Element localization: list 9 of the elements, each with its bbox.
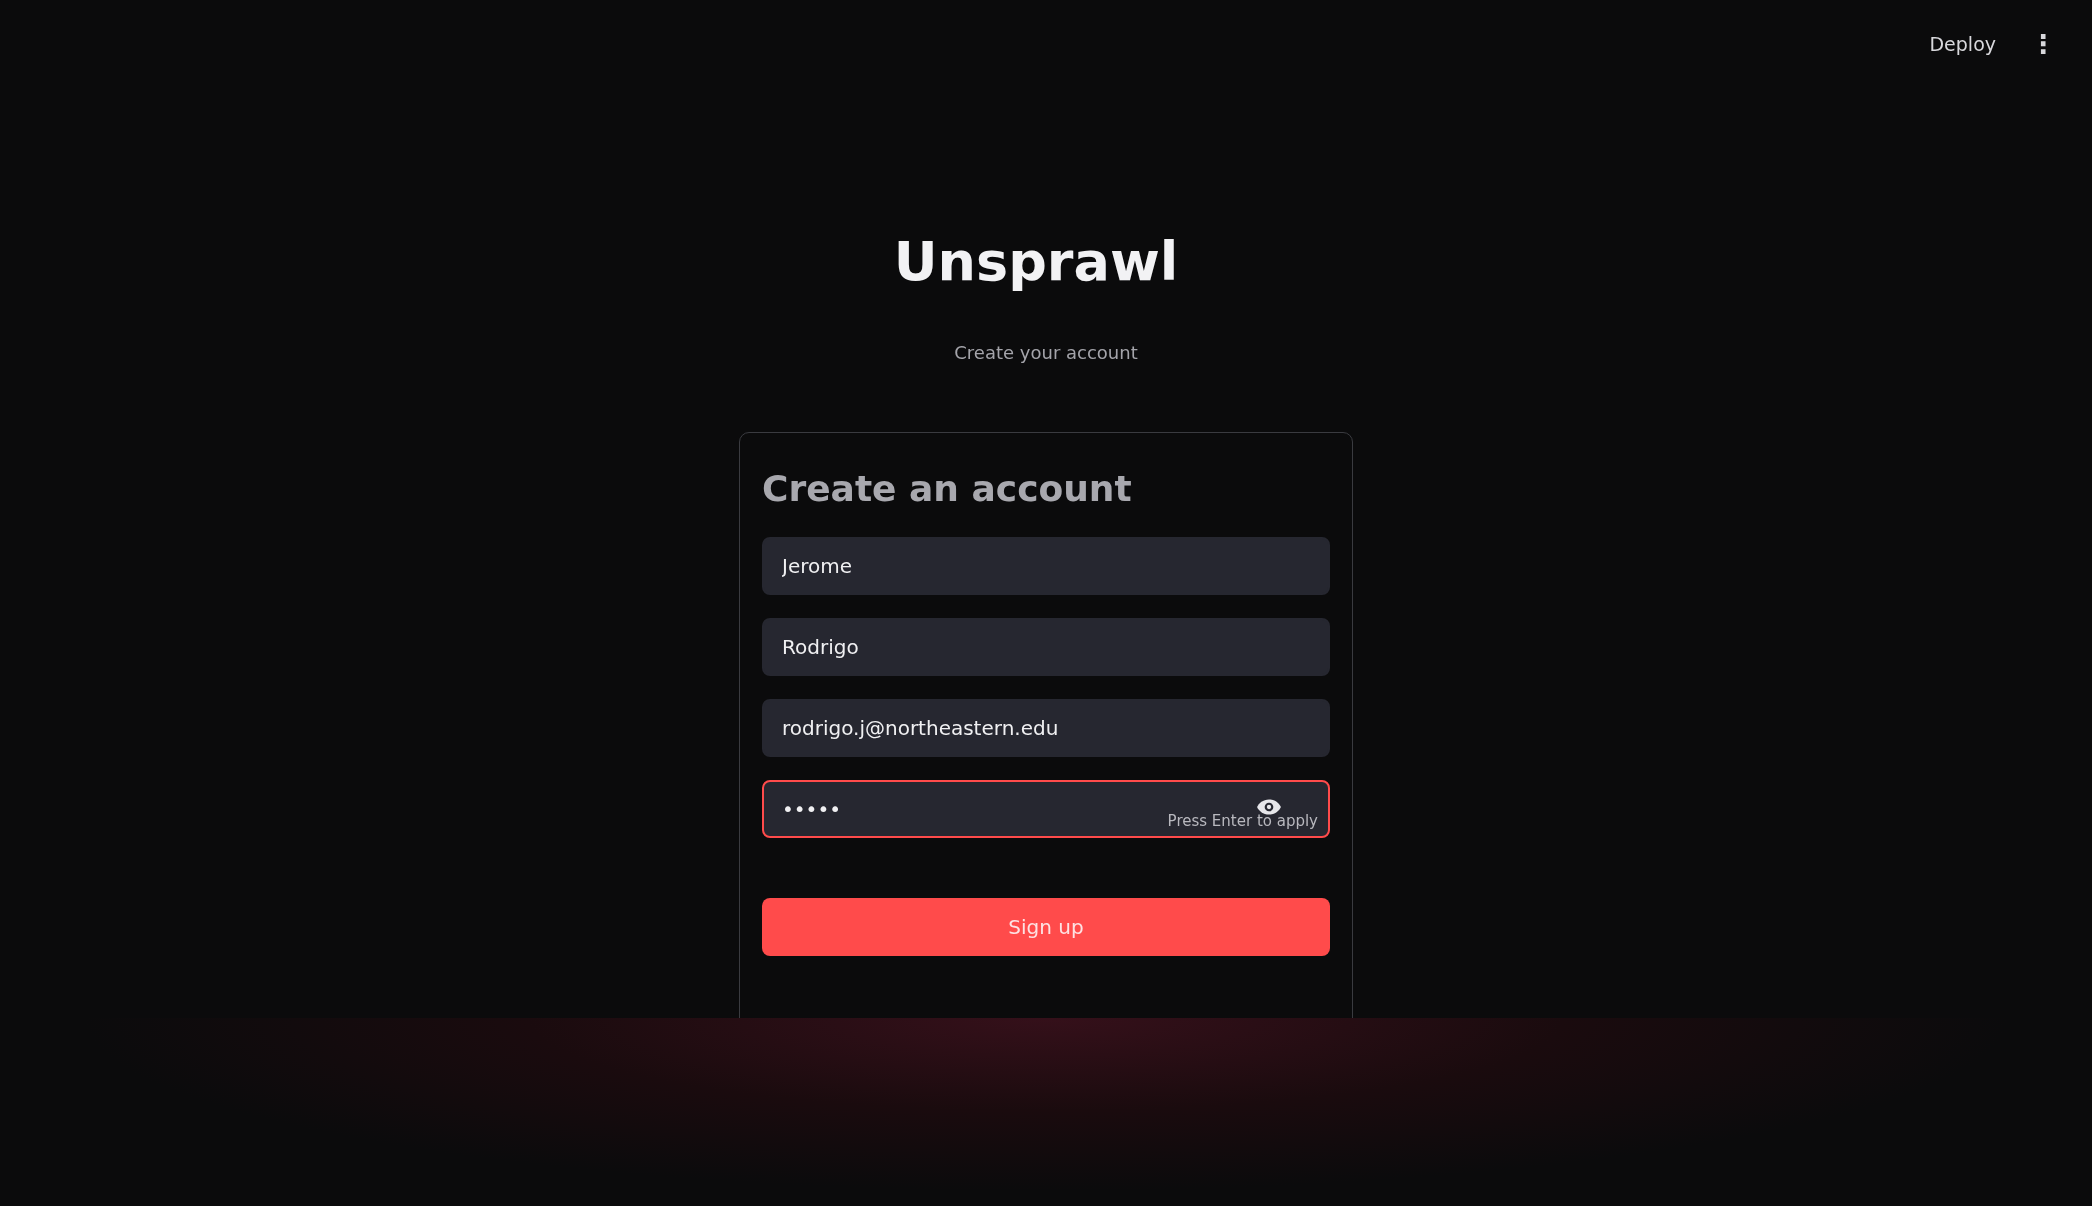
form-heading: Create an account (762, 470, 1133, 507)
subtitle: Create your account (954, 340, 1138, 365)
deploy-button[interactable]: Deploy (1921, 26, 2004, 63)
input-hint: Press Enter to apply (1167, 810, 1318, 832)
text-field[interactable]: rodrigo.j@northeastern.edu (762, 698, 1330, 757)
menu-button[interactable]: ⋮ (2026, 31, 2060, 58)
text-field[interactable]: Rodrigo (762, 617, 1330, 676)
app-title: Unsprawl (893, 234, 1179, 289)
eye-icon[interactable] (1256, 797, 1282, 816)
